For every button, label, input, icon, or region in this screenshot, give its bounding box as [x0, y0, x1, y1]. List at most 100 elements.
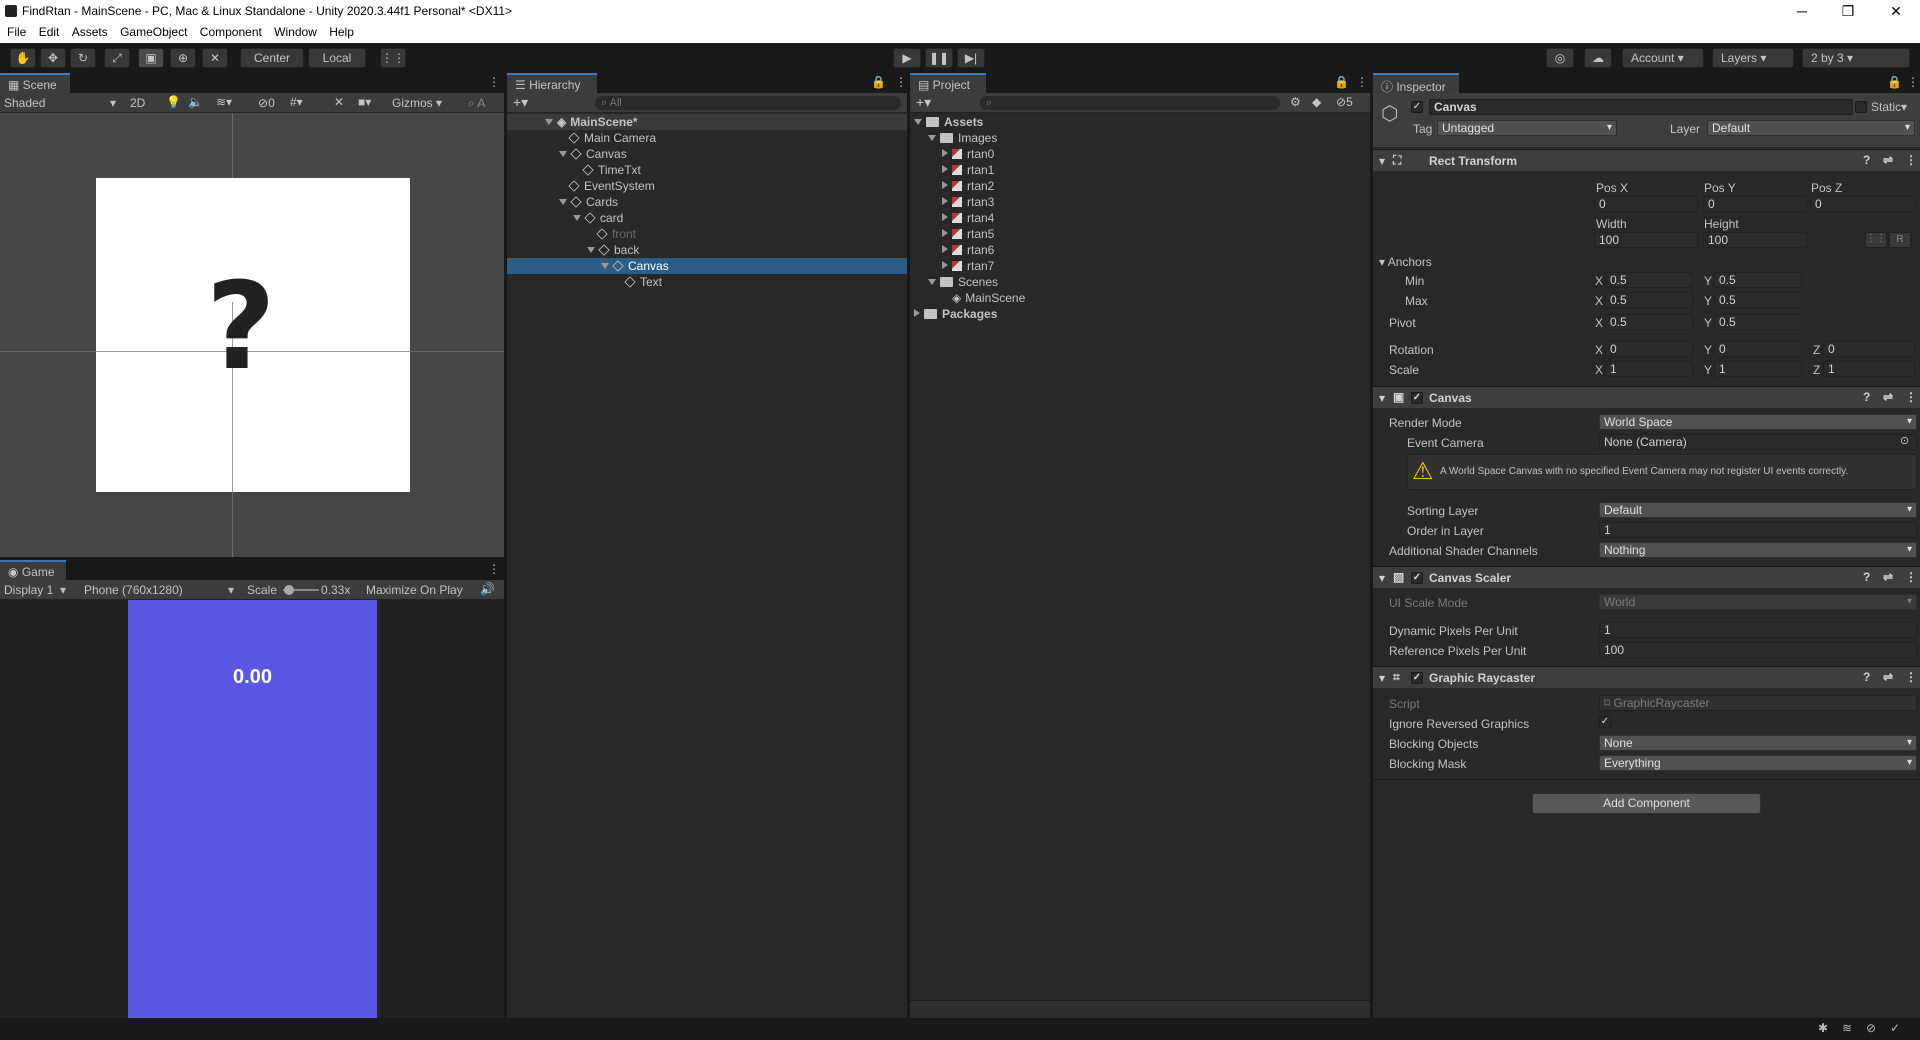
anchor-min-x-field[interactable]: 0.5: [1605, 272, 1693, 288]
help-icon[interactable]: ?: [1863, 670, 1870, 684]
height-field[interactable]: 100: [1703, 232, 1807, 248]
project-add-icon[interactable]: +▾: [916, 94, 931, 111]
project-item[interactable]: ◈ MainScene: [910, 290, 1370, 306]
rotation-z-field[interactable]: 0: [1823, 341, 1915, 357]
search-by-label-icon[interactable]: ◆: [1312, 95, 1321, 109]
foldout-open-icon[interactable]: [914, 119, 922, 125]
component-menu-icon[interactable]: ⋮: [1905, 153, 1917, 167]
foldout-open-icon[interactable]: [601, 263, 609, 269]
project-item[interactable]: Assets: [910, 114, 1370, 130]
card-back-sprite[interactable]: ?: [96, 178, 410, 492]
display-dropdown[interactable]: Display 1 ▾: [4, 583, 66, 597]
anchor-max-y-field[interactable]: 0.5: [1714, 292, 1802, 308]
project-item[interactable]: rtan5: [910, 226, 1370, 242]
effects-icon[interactable]: ≋▾: [216, 95, 232, 109]
close-icon[interactable]: ✕: [1874, 0, 1918, 23]
posx-field[interactable]: 0: [1594, 196, 1698, 212]
foldout-open-icon[interactable]: [587, 247, 595, 253]
menu-component[interactable]: Component: [193, 23, 262, 39]
foldout-open-icon[interactable]: [573, 215, 581, 221]
tab-game[interactable]: ◉ Game: [0, 560, 66, 580]
component-menu-icon[interactable]: ⋮: [1905, 570, 1917, 584]
restore-icon[interactable]: ❐: [1826, 0, 1870, 23]
foldout-closed-icon[interactable]: [942, 229, 948, 237]
game-menu-icon[interactable]: ⋮: [488, 562, 500, 576]
progress-icon[interactable]: ⊘: [1866, 1021, 1876, 1035]
menu-gameobject[interactable]: GameObject: [113, 23, 187, 39]
menu-window[interactable]: Window: [267, 23, 317, 39]
rotation-x-field[interactable]: 0: [1605, 341, 1693, 357]
hierarchy-item[interactable]: Main Camera: [507, 130, 907, 146]
project-menu-icon[interactable]: ⋮: [1356, 75, 1368, 89]
event-camera-field[interactable]: None (Camera): [1599, 434, 1917, 450]
play-button[interactable]: ▶: [893, 48, 921, 68]
pivot-center-button[interactable]: Center: [240, 48, 304, 68]
scene-search[interactable]: ⌕ A: [468, 96, 485, 111]
foldout-closed-icon[interactable]: [942, 261, 948, 269]
hierarchy-item[interactable]: Text: [507, 274, 907, 290]
hierarchy-item[interactable]: EventSystem: [507, 178, 907, 194]
scene-menu-icon[interactable]: ⋮: [488, 75, 500, 89]
scale-slider-handle[interactable]: [284, 585, 294, 595]
component-menu-icon[interactable]: ⋮: [1905, 670, 1917, 684]
menu-help[interactable]: Help: [322, 23, 354, 39]
presets-icon[interactable]: ⇌: [1883, 153, 1893, 167]
blocking-mask-dropdown[interactable]: Everything: [1599, 755, 1917, 771]
project-item[interactable]: rtan2: [910, 178, 1370, 194]
add-component-button[interactable]: Add Component: [1532, 793, 1761, 814]
sorting-layer-dropdown[interactable]: Default: [1599, 502, 1917, 518]
account-dropdown[interactable]: Account ▾: [1622, 48, 1704, 68]
hierarchy-item[interactable]: back: [507, 242, 907, 258]
custom-tool-icon[interactable]: ✕: [202, 48, 228, 68]
cloud-icon[interactable]: ☁: [1584, 48, 1612, 68]
2d-toggle[interactable]: 2D: [130, 96, 145, 110]
blocking-objects-dropdown[interactable]: None: [1599, 735, 1917, 751]
inspector-menu-icon[interactable]: ⋮: [1907, 75, 1919, 89]
transform-tool-icon[interactable]: ⊕: [170, 48, 196, 68]
move-tool-icon[interactable]: ✥: [40, 48, 66, 68]
pivot-x-field[interactable]: 0.5: [1605, 314, 1693, 330]
canvas-scaler-header[interactable]: ▾ ▨ ✓ Canvas Scaler ? ⇌ ⋮: [1373, 566, 1920, 588]
scene-viewport[interactable]: ?: [0, 113, 504, 557]
project-item[interactable]: rtan4: [910, 210, 1370, 226]
shader-channels-dropdown[interactable]: Nothing: [1599, 542, 1917, 558]
raycaster-enabled-checkbox[interactable]: ✓: [1411, 672, 1423, 684]
tag-dropdown[interactable]: Untagged: [1437, 120, 1617, 136]
rect-transform-header[interactable]: ▾ ⛶ Rect Transform ? ⇌ ⋮: [1373, 149, 1920, 171]
grid-snap-icon[interactable]: ⋮⋮: [380, 48, 406, 68]
foldout-closed-icon[interactable]: [942, 165, 948, 173]
tools-icon[interactable]: ✕: [334, 95, 344, 109]
scale-x-field[interactable]: 1: [1605, 361, 1693, 377]
pause-button[interactable]: ❚❚: [925, 48, 953, 68]
presets-icon[interactable]: ⇌: [1883, 390, 1893, 404]
foldout-closed-icon[interactable]: [942, 245, 948, 253]
menu-assets[interactable]: Assets: [65, 23, 108, 39]
order-in-layer-field[interactable]: 1: [1599, 522, 1917, 538]
project-lock-icon[interactable]: 🔒: [1334, 75, 1349, 89]
layers-dropdown[interactable]: Layers ▾: [1712, 48, 1794, 68]
anchor-max-x-field[interactable]: 0.5: [1605, 292, 1693, 308]
canvas-scaler-enabled-checkbox[interactable]: ✓: [1411, 572, 1423, 584]
scale-z-field[interactable]: 1: [1823, 361, 1915, 377]
camera-icon[interactable]: ■▾: [358, 95, 371, 109]
graphic-raycaster-header[interactable]: ▾ ⌗ ✓ Graphic Raycaster ? ⇌ ⋮: [1373, 666, 1920, 688]
hand-tool-icon[interactable]: ✋: [10, 48, 36, 68]
pivot-y-field[interactable]: 0.5: [1714, 314, 1802, 330]
auto-generate-lighting-icon[interactable]: ✓: [1890, 1021, 1900, 1035]
foldout-closed-icon[interactable]: [942, 181, 948, 189]
help-icon[interactable]: ?: [1863, 390, 1870, 404]
anchor-min-y-field[interactable]: 0.5: [1714, 272, 1802, 288]
rect-tool-icon[interactable]: ▣: [138, 48, 164, 68]
dynamic-ppu-field[interactable]: 1: [1599, 622, 1917, 638]
object-picker-icon[interactable]: ⊙: [1900, 434, 1909, 447]
tab-hierarchy[interactable]: ☰ Hierarchy: [507, 73, 597, 93]
mute-audio-icon[interactable]: 🔊: [480, 582, 495, 596]
project-item[interactable]: Packages: [910, 306, 1370, 322]
object-name-field[interactable]: Canvas: [1429, 99, 1853, 115]
maximize-on-play-toggle[interactable]: Maximize On Play: [366, 583, 463, 597]
debug-icon[interactable]: ✱: [1818, 1021, 1828, 1035]
scale-y-field[interactable]: 1: [1714, 361, 1802, 377]
posz-field[interactable]: 0: [1810, 196, 1916, 212]
static-checkbox[interactable]: [1855, 101, 1867, 113]
hierarchy-item[interactable]: Canvas: [507, 258, 907, 274]
